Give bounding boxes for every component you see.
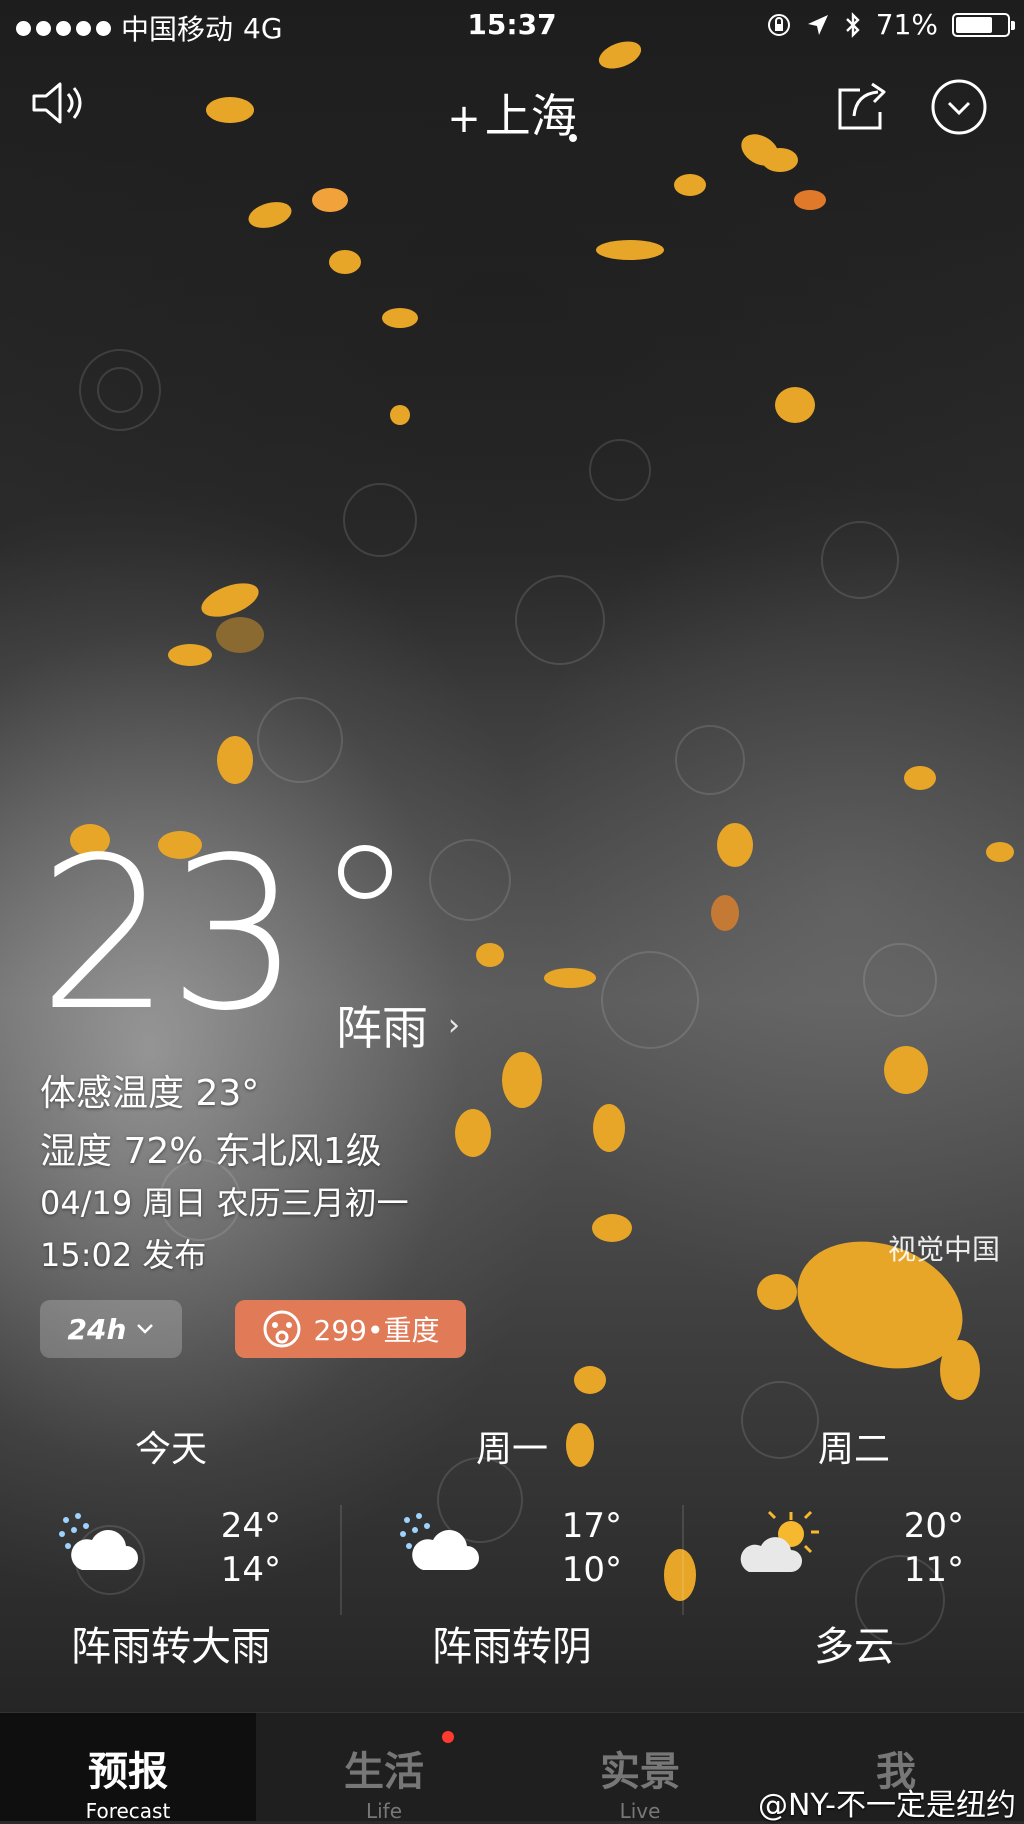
photo-credit: 视觉中国: [887, 1233, 1000, 1266]
forecast-desc: 阵雨转大雨: [71, 1624, 271, 1670]
rain-cloud-icon: [56, 1510, 140, 1584]
publish-time: 15:02 发布: [40, 1236, 207, 1274]
degree-symbol: [338, 845, 392, 899]
tab-sublabel: Forecast: [85, 1799, 171, 1823]
add-city-icon[interactable]: +: [447, 96, 481, 142]
forecast-divider: [682, 1505, 684, 1615]
tab-label: 预报: [88, 1749, 168, 1795]
tab-live[interactable]: 实景 Live: [512, 1713, 768, 1823]
battery-fill: [956, 16, 992, 33]
tab-label: 生活: [344, 1749, 424, 1795]
hours-toggle-label: 24h: [67, 1312, 127, 1346]
sun-cloud-icon: [739, 1510, 823, 1584]
forecast-desc: 多云: [814, 1624, 894, 1670]
current-condition: 阵雨: [336, 1001, 428, 1055]
rain-cloud-icon: [397, 1510, 481, 1584]
tab-label: 实景: [600, 1749, 680, 1795]
menu-button[interactable]: [930, 78, 988, 140]
share-icon: [838, 82, 886, 130]
forecast-low: 14°: [220, 1550, 281, 1590]
forecast-low: 11°: [903, 1550, 964, 1590]
tab-life[interactable]: 生活 Life: [256, 1713, 512, 1823]
aqi-label: 299•重度: [313, 1314, 440, 1347]
chevron-down-icon: [137, 1324, 154, 1334]
sad-face-icon: [263, 1310, 301, 1348]
battery-icon: [952, 12, 1015, 37]
forecast-high: 20°: [903, 1506, 964, 1546]
current-temperature: 23: [38, 812, 301, 1057]
forecast-day-name: 周二: [817, 1429, 890, 1470]
forecast-desc: 阵雨转阴: [432, 1624, 592, 1670]
forecast-divider: [340, 1505, 342, 1615]
city-name: 上海: [484, 89, 577, 143]
current-condition-link[interactable]: 阵雨 ›: [336, 992, 460, 1058]
page-indicator: [569, 134, 577, 142]
hours-toggle-button[interactable]: 24h: [40, 1300, 182, 1358]
rotation-lock-icon: [767, 13, 790, 36]
share-button[interactable]: [834, 80, 892, 136]
forecast-day-name: 周一: [475, 1429, 548, 1470]
date-line: 04/19 周日 农历三月初一: [40, 1184, 409, 1222]
forecast-high: 24°: [220, 1506, 281, 1546]
feels-like: 体感温度 23°: [40, 1073, 260, 1114]
chevron-down-circle-icon: [931, 79, 987, 135]
tab-forecast[interactable]: 预报 Forecast: [0, 1713, 256, 1823]
bluetooth-icon: [845, 11, 860, 38]
watermark-text: @NY-不一定是纽约: [757, 1788, 1016, 1823]
tab-sublabel: Live: [619, 1799, 661, 1823]
tab-sublabel: Life: [365, 1799, 403, 1823]
status-right: 71%: [766, 8, 1015, 41]
notification-badge: [442, 1731, 454, 1743]
aqi-button[interactable]: 299•重度: [235, 1300, 466, 1358]
forecast-day-name: 今天: [134, 1429, 207, 1470]
forecast-low: 10°: [561, 1550, 622, 1590]
chevron-right-icon: ›: [448, 1007, 460, 1043]
humidity-wind: 湿度 72% 东北风1级: [40, 1131, 382, 1172]
battery-percent: 71%: [875, 8, 938, 41]
location-arrow-icon: [807, 14, 828, 35]
forecast-high: 17°: [561, 1506, 622, 1546]
status-bar: 中国移动 4G 15:37 71%: [0, 0, 1024, 50]
